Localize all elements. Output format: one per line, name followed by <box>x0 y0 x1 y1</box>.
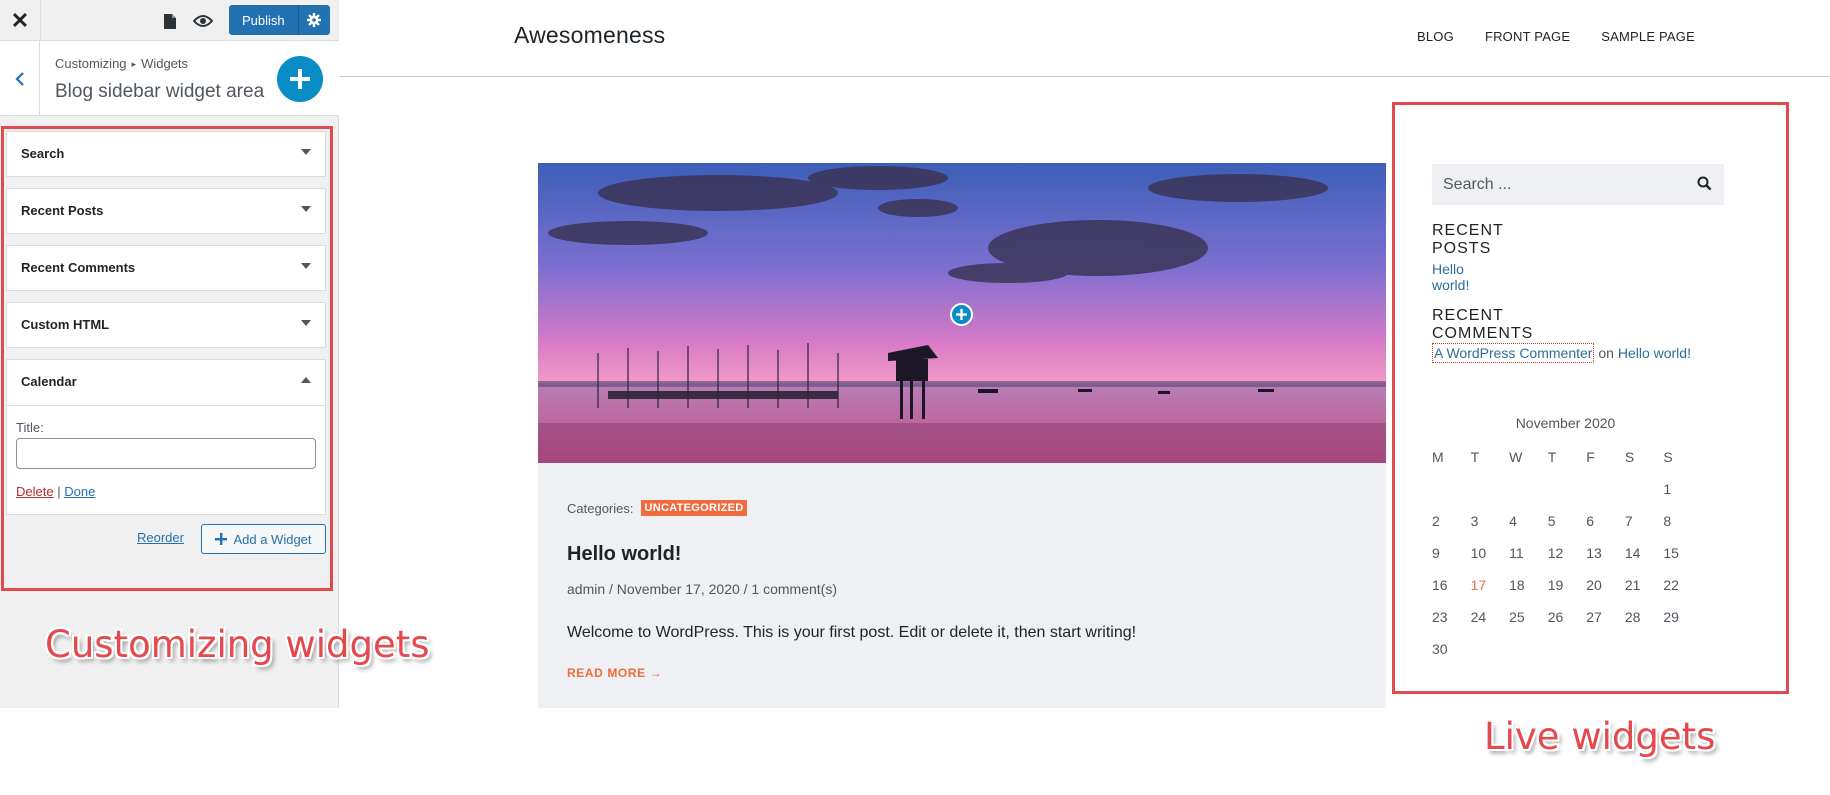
edit-shortcut-button[interactable] <box>950 303 973 326</box>
breadcrumb-separator-icon: ▸ <box>131 59 137 69</box>
close-icon: ✕ <box>10 7 30 33</box>
back-button[interactable] <box>0 41 40 116</box>
site-title[interactable]: Awesomeness <box>514 22 665 49</box>
chevron-left-icon <box>14 71 24 86</box>
primary-nav: BLOG FRONT PAGE SAMPLE PAGE <box>1417 29 1695 44</box>
categories-label: Categories: <box>567 500 634 516</box>
document-icon[interactable] <box>159 10 181 32</box>
highlight-box-live <box>1392 102 1789 694</box>
post-featured-image[interactable] <box>538 163 1386 463</box>
section-title: Blog sidebar widget area <box>55 81 265 102</box>
post-excerpt: Welcome to WordPress. This is your first… <box>567 624 1137 641</box>
category-badge[interactable]: UNCATEGORIZED <box>641 500 747 516</box>
section-header: Customizing ▸ Widgets Blog sidebar widget … <box>0 41 339 116</box>
eye-icon[interactable] <box>192 10 214 32</box>
read-more-link[interactable]: READ MORE → <box>567 666 662 680</box>
site-header: Awesomeness BLOG FRONT PAGE SAMPLE PAGE <box>340 0 1830 77</box>
add-widget-circle-button[interactable] <box>277 56 323 102</box>
post-card: Categories: UNCATEGORIZED Hello world! a… <box>538 163 1386 708</box>
post-title[interactable]: Hello world! <box>567 543 681 566</box>
nav-item-sample-page[interactable]: SAMPLE PAGE <box>1601 29 1695 44</box>
highlight-box-customizing <box>1 126 333 591</box>
nav-item-blog[interactable]: BLOG <box>1417 29 1454 44</box>
publish-settings-button[interactable] <box>297 5 330 35</box>
nav-item-front-page[interactable]: FRONT PAGE <box>1485 29 1570 44</box>
plus-icon <box>956 309 967 320</box>
publish-button[interactable]: Publish <box>229 5 298 35</box>
breadcrumb-root: Customizing <box>55 56 127 71</box>
post-categories: Categories: UNCATEGORIZED <box>567 500 747 516</box>
breadcrumb: Customizing ▸ Widgets <box>55 56 188 71</box>
post-meta: admin / November 17, 2020 / 1 comment(s) <box>567 581 838 597</box>
plus-icon <box>290 69 310 89</box>
breadcrumb-section: Widgets <box>141 56 189 71</box>
gear-icon <box>307 13 322 27</box>
callout-live-widgets: Live widgets <box>1484 715 1716 758</box>
close-customizer-button[interactable]: ✕ <box>0 0 41 41</box>
customizer-topbar: ✕ Publish <box>0 0 339 41</box>
callout-customizing-widgets: Customizing widgets <box>45 623 430 666</box>
